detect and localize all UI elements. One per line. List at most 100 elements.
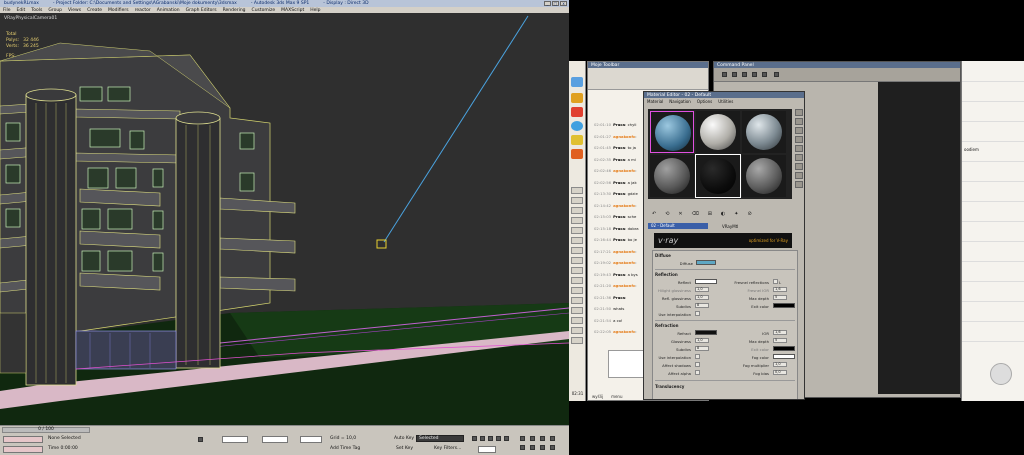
play-icon[interactable] [488, 436, 493, 441]
menu-group[interactable]: Group [48, 8, 62, 13]
z-coordinate-field[interactable] [300, 436, 322, 443]
taskbar-button-9[interactable] [571, 267, 583, 274]
menu-options[interactable]: Options [697, 99, 712, 104]
taskbar-button-16[interactable] [571, 337, 583, 344]
viewport-label[interactable]: VRayPhysicalCamera01 [4, 16, 57, 21]
app-icon-star[interactable] [571, 135, 583, 145]
motion-tab-icon[interactable] [752, 72, 757, 77]
zoom-all-icon[interactable] [530, 436, 535, 441]
uv-tiling-button[interactable] [795, 136, 803, 143]
avatar[interactable] [990, 363, 1012, 385]
refract-color-swatch[interactable] [695, 330, 717, 335]
sample-slot-3[interactable] [742, 111, 786, 153]
fresnel-lock[interactable]: L [779, 280, 785, 285]
refl-use-interpolation-checkbox[interactable] [695, 311, 700, 316]
menu-navigation[interactable]: Navigation [669, 99, 691, 104]
refr-glossiness-field[interactable]: 1,0 [695, 338, 709, 343]
lock-selection-icon[interactable] [198, 437, 203, 442]
app-icon-orange[interactable] [571, 149, 583, 159]
camera-viewport[interactable]: VRayPhysicalCamera01 Total Polys: 32 446 … [0, 13, 569, 425]
sample-slot-1[interactable] [650, 111, 694, 153]
utilities-tab-icon[interactable] [774, 72, 779, 77]
next-frame-icon[interactable] [496, 436, 501, 441]
menu-modifiers[interactable]: Modifiers [108, 8, 129, 13]
delete-button[interactable]: ✕ [678, 211, 682, 217]
diffuse-color-swatch[interactable] [696, 260, 716, 265]
app-icon-media[interactable] [571, 121, 583, 131]
sample-slot-6[interactable] [742, 155, 786, 197]
make-unique-button[interactable]: ✦ [734, 211, 738, 217]
hierarchy-tab-icon[interactable] [742, 72, 747, 77]
display-tab-icon[interactable] [762, 72, 767, 77]
menu-utilities[interactable]: Utilities [718, 99, 733, 104]
put-to-scene-button[interactable]: ⟲ [665, 211, 669, 217]
refl-max-depth-field[interactable]: 5 [773, 295, 787, 300]
send-button[interactable]: wyślij [592, 394, 603, 399]
make-preview-button[interactable] [795, 154, 803, 161]
create-tab-icon[interactable] [722, 72, 727, 77]
time-slider[interactable]: 0 / 100 [2, 427, 90, 433]
hilight-glossiness-field[interactable]: 1,0 [695, 287, 709, 292]
get-material-button[interactable]: ↶ [652, 211, 656, 217]
taskbar-button-2[interactable] [571, 197, 583, 204]
set-key-button[interactable]: Set Key [396, 446, 413, 451]
material-name-field[interactable]: 02 - Default [648, 223, 708, 229]
maxscript-listener[interactable] [3, 436, 43, 443]
ior-field[interactable]: 1,6 [773, 330, 787, 335]
x-coordinate-field[interactable] [222, 436, 248, 443]
key-filters-button[interactable]: Key Filters... [434, 446, 461, 451]
refl-exit-color-swatch[interactable] [773, 303, 795, 308]
refl-glossiness-field[interactable]: 1,0 [695, 295, 709, 300]
fog-bias-field[interactable]: 0,0 [773, 370, 787, 375]
show-map-button[interactable]: ◐ [721, 211, 725, 217]
zoom-extents-icon[interactable] [540, 436, 545, 441]
menu-file[interactable]: File [3, 8, 11, 13]
taskbar-button-6[interactable] [571, 237, 583, 244]
previous-frame-icon[interactable] [480, 436, 485, 441]
menu-maxscript[interactable]: MAXScript [281, 8, 304, 13]
menu-animation[interactable]: Animation [157, 8, 180, 13]
backlight-button[interactable] [795, 118, 803, 125]
menu-material[interactable]: Material [647, 99, 663, 104]
affect-alpha-checkbox[interactable] [695, 370, 700, 375]
options-button[interactable] [795, 163, 803, 170]
taskbar-button-12[interactable] [571, 297, 583, 304]
key-selection-dropdown[interactable]: Selected [416, 435, 464, 442]
app-icon-gadu[interactable] [571, 93, 583, 103]
sample-slot-5[interactable] [695, 154, 741, 198]
taskbar-button-15[interactable] [571, 327, 583, 334]
material-navigator-button[interactable] [795, 181, 803, 188]
menu-create[interactable]: Create [87, 8, 102, 13]
auto-key-button[interactable]: Auto Key [394, 436, 414, 441]
taskbar-button-5[interactable] [571, 227, 583, 234]
minimize-button[interactable]: _ [544, 1, 551, 6]
zoom-icon[interactable] [520, 436, 525, 441]
pan-icon[interactable] [550, 436, 555, 441]
taskbar-button-3[interactable] [571, 207, 583, 214]
video-color-check-button[interactable] [795, 145, 803, 152]
refr-subdivs-field[interactable]: 8 [695, 346, 709, 351]
menu-help[interactable]: Help [310, 8, 320, 13]
refr-use-interpolation-checkbox[interactable] [695, 354, 700, 359]
field-of-view-icon[interactable] [520, 445, 525, 450]
material-type-button[interactable]: VRayMtl [722, 224, 738, 229]
taskbar-button-4[interactable] [571, 217, 583, 224]
taskbar-button-14[interactable] [571, 317, 583, 324]
menu-customize[interactable]: Customize [252, 8, 276, 13]
taskbar-button-13[interactable] [571, 307, 583, 314]
taskbar-button-8[interactable] [571, 257, 583, 264]
menu-views[interactable]: Views [68, 8, 81, 13]
refl-subdivs-field[interactable]: 8 [695, 303, 709, 308]
menu-tools[interactable]: Tools [31, 8, 42, 13]
menu-reactor[interactable]: reactor [135, 8, 151, 13]
taskbar-button-7[interactable] [571, 247, 583, 254]
modify-tab-icon[interactable] [732, 72, 737, 77]
go-to-parent-button[interactable]: ⊘ [747, 211, 751, 217]
background-button[interactable] [795, 127, 803, 134]
go-to-start-icon[interactable] [472, 436, 477, 441]
refr-exit-color-swatch[interactable] [773, 346, 795, 351]
close-button[interactable]: x [560, 1, 567, 6]
sample-type-button[interactable] [795, 109, 803, 116]
maxscript-input[interactable] [3, 446, 43, 453]
reset-button[interactable]: ⌫ [692, 211, 699, 217]
